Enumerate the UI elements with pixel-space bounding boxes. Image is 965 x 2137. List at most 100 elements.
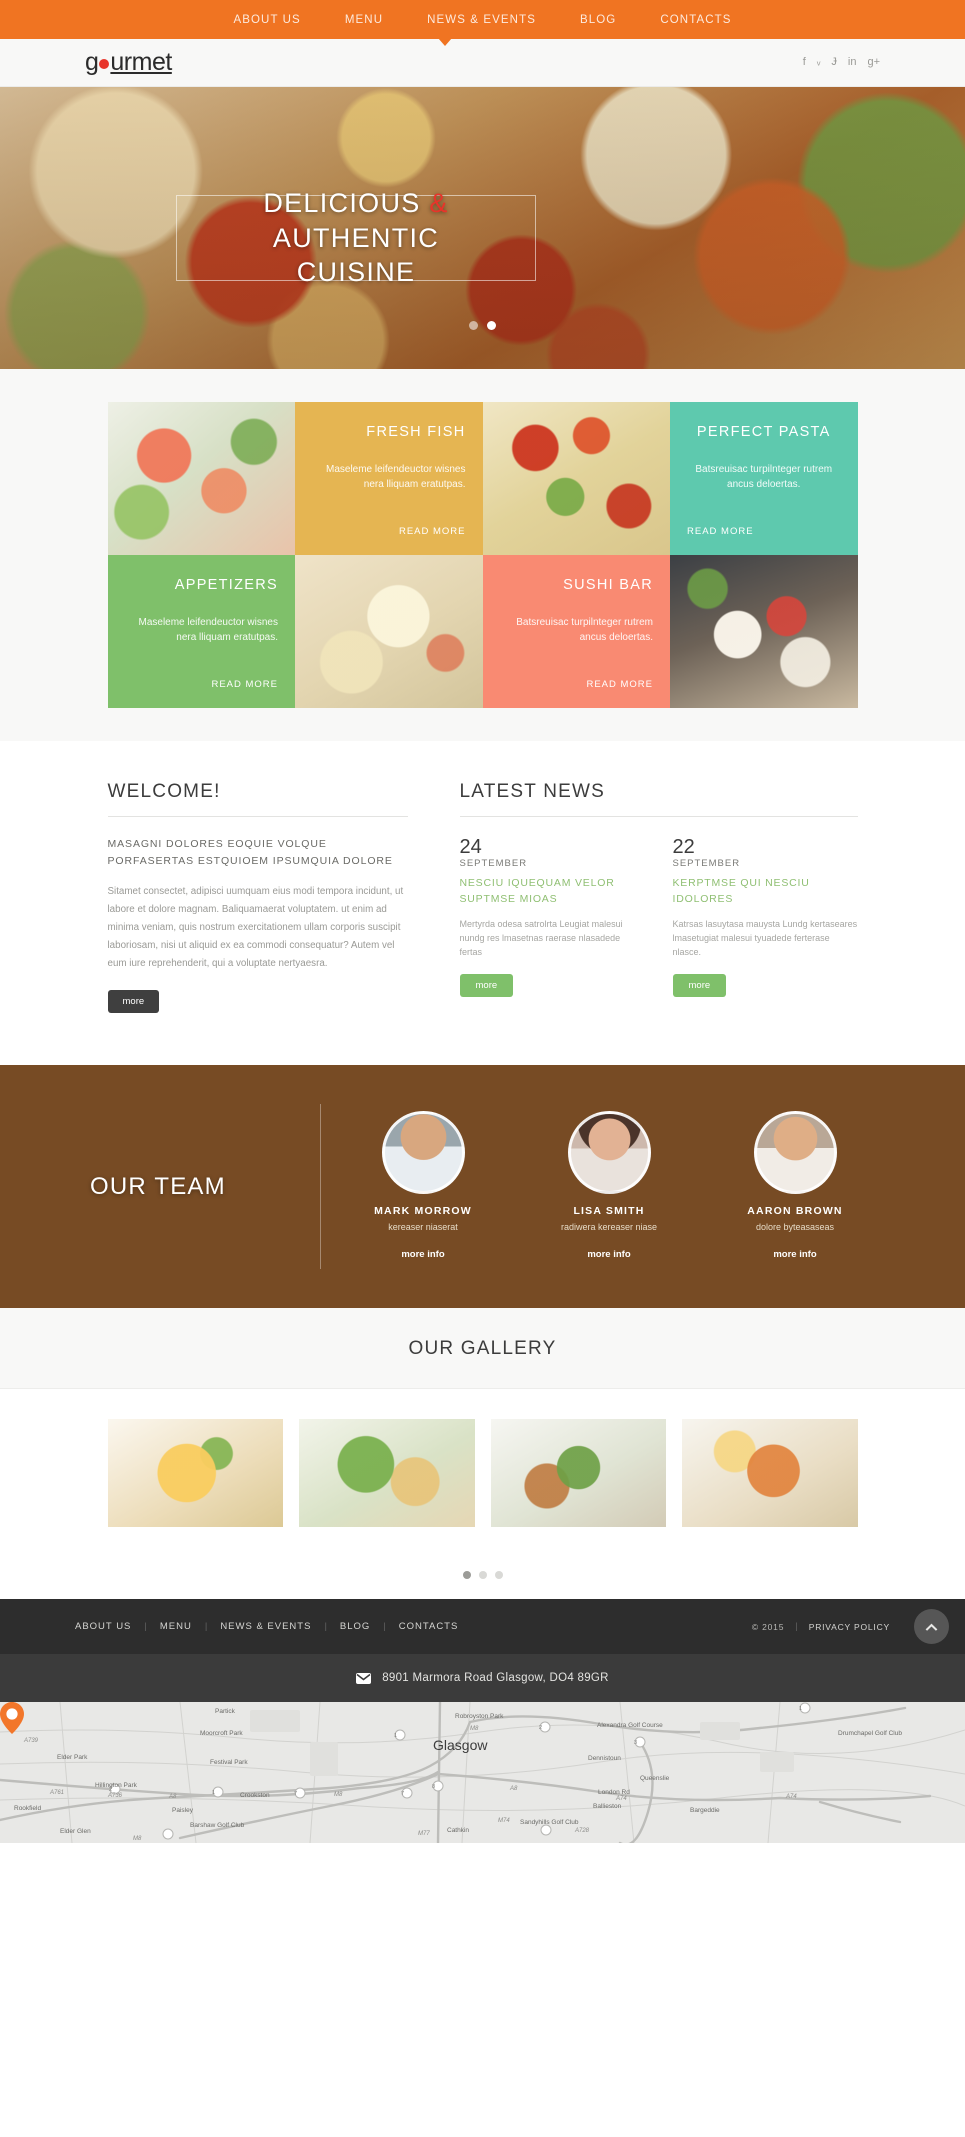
team-member-name: AARON BROWN <box>747 1205 843 1218</box>
nav-active-caret-icon <box>438 38 452 46</box>
footer-separator: | <box>204 1621 208 1633</box>
tile-appetizers[interactable]: APPETIZERS Maseleme leifendeuctor wisnes … <box>107 555 295 708</box>
tile-fresh-fish[interactable]: FRESH FISH Maseleme leifendeuctor wisnes … <box>295 402 483 555</box>
svg-text:2: 2 <box>539 1725 542 1731</box>
privacy-policy-link[interactable]: PRIVACY POLICY <box>809 1622 890 1632</box>
svg-text:8: 8 <box>432 1784 435 1790</box>
tile-read-more-link[interactable]: READ MORE <box>500 679 654 690</box>
team-section: OUR TEAM MARK MORROW kereaser niaserat mor… <box>0 1065 965 1309</box>
tile-sushi-bar[interactable]: SUSHI BAR Batsreuisac turpilnteger rutrem… <box>482 555 670 708</box>
map-label: Elder Glen <box>60 1828 91 1835</box>
nav-item-menu[interactable]: MENU <box>345 14 383 26</box>
map-label: Drumchapel Golf Club <box>838 1730 902 1737</box>
avatar <box>567 1111 651 1195</box>
nav-item-news-events[interactable]: NEWS & EVENTS <box>427 14 536 26</box>
logo[interactable]: g urmet <box>85 48 172 77</box>
map-label: Rookfield <box>14 1805 41 1812</box>
svg-text:M74: M74 <box>498 1818 510 1824</box>
map-label: Paisley <box>172 1807 194 1814</box>
footer-nav-news-events[interactable]: NEWS & EVENTS <box>220 1621 311 1632</box>
nav-item-about-us[interactable]: ABOUT US <box>233 14 300 26</box>
hero-title-line1-b: AUTHENTIC <box>272 222 440 253</box>
tile-description: Maseleme leifendeuctor wisnes nera lliqu… <box>138 617 278 643</box>
news-month: SEPTEMBER <box>672 858 741 869</box>
map-label: Robroyston Park <box>455 1713 504 1720</box>
logo-dot-icon <box>99 59 110 69</box>
avatar <box>381 1111 465 1195</box>
news-more-button[interactable]: more <box>672 973 727 997</box>
address-bar: 8901 Marmora Road Glasgow, DO4 89GR <box>0 1654 965 1703</box>
team-member: AARON BROWN dolore byteasaseas more info <box>725 1111 865 1262</box>
svg-text:A736: A736 <box>107 1793 123 1799</box>
gallery-dot-1[interactable] <box>462 1571 471 1580</box>
news-headline-link[interactable]: KERPTMSE QUI NESCIU IDOLORES <box>673 876 858 908</box>
gallery-item-1[interactable] <box>107 1419 283 1528</box>
team-title: OUR TEAM <box>90 1172 226 1200</box>
gallery-dot-3[interactable] <box>494 1571 503 1580</box>
tile-description: Maseleme leifendeuctor wisnes nera lliqu… <box>325 464 466 490</box>
footer-separator: | <box>383 1621 386 1633</box>
svg-text:A8: A8 <box>168 1794 177 1800</box>
hero-caption: DELICIOUS & AUTHENTIC CUISINE <box>176 188 536 287</box>
rss-icon[interactable]: Ɉ <box>831 57 837 68</box>
map-label: Elder Park <box>57 1754 88 1761</box>
map-label: Cathkin <box>447 1827 469 1834</box>
nav-item-contacts[interactable]: CONTACTS <box>660 14 731 26</box>
gallery-item-2[interactable] <box>299 1419 475 1528</box>
team-member-more-link[interactable]: more info <box>401 1249 444 1260</box>
gallery-dot-2[interactable] <box>478 1571 487 1580</box>
footer-nav-blog[interactable]: BLOG <box>340 1621 370 1632</box>
svg-text:1: 1 <box>799 1706 802 1712</box>
hero-title-line2: CUISINE <box>296 257 416 288</box>
footer-nav-contacts[interactable]: CONTACTS <box>399 1621 459 1632</box>
nav-item-blog[interactable]: BLOG <box>580 14 616 26</box>
logo-text-after: urmet <box>110 48 172 76</box>
welcome-title: WELCOME! <box>107 781 408 817</box>
scroll-to-top-button[interactable] <box>914 1609 949 1645</box>
team-member-name: MARK MORROW <box>374 1205 472 1218</box>
footer-separator: | <box>324 1621 327 1633</box>
footer-nav-menu[interactable]: MENU <box>160 1621 192 1632</box>
svg-text:A8: A8 <box>509 1786 518 1792</box>
tile-perfect-pasta[interactable]: PERFECT PASTA Batsreuisac turpilnteger ru… <box>670 402 858 555</box>
hero-slide-dot-1[interactable] <box>469 321 478 330</box>
tile-photo-sushi <box>670 555 858 708</box>
svg-text:M8: M8 <box>334 1792 343 1798</box>
linkedin-icon[interactable]: in <box>848 57 857 68</box>
team-member-role: kereaser niaserat <box>388 1222 458 1233</box>
svg-text:3: 3 <box>634 1740 637 1746</box>
twitter-icon[interactable]: ᵥ <box>817 57 821 68</box>
hero-title-ampersand: & <box>429 188 449 219</box>
map-pin-icon[interactable] <box>0 1702 24 1735</box>
tile-read-more-link[interactable]: READ MORE <box>125 679 279 690</box>
welcome-lead: MASAGNI DOLORES EOQUIE VOLQUE PORFASERTA… <box>107 838 393 868</box>
team-members: MARK MORROW kereaser niaserat more info LIS… <box>353 1111 865 1262</box>
tile-photo-pasta <box>482 402 670 555</box>
gallery-title: OUR GALLERY <box>0 1308 965 1390</box>
tile-description: Batsreuisac turpilnteger rutrem ancus de… <box>695 464 833 490</box>
news-more-button[interactable]: more <box>459 973 514 997</box>
tile-description: Batsreuisac turpilnteger rutrem ancus de… <box>516 617 653 643</box>
footer-nav-about-us[interactable]: ABOUT US <box>75 1621 131 1632</box>
tile-title: FRESH FISH <box>366 424 466 440</box>
svg-text:7: 7 <box>401 1791 404 1797</box>
team-member-more-link[interactable]: more info <box>587 1249 630 1260</box>
svg-text:1: 1 <box>212 1790 215 1796</box>
team-member-name: LISA SMITH <box>573 1205 645 1218</box>
tile-read-more-link[interactable]: READ MORE <box>687 526 841 537</box>
googleplus-icon[interactable]: g+ <box>867 57 880 68</box>
welcome-more-button[interactable]: more <box>107 990 160 1014</box>
location-map[interactable]: 123 187 712 A739 A761 A736 A8 M8 A8 M8 A74 A74… <box>0 1702 965 1844</box>
svg-text:A739: A739 <box>23 1738 39 1744</box>
hero-slider[interactable]: DELICIOUS & AUTHENTIC CUISINE <box>0 87 965 369</box>
site-footer: ABOUT US | MENU | NEWS & EVENTS | BLOG | CONTACT… <box>0 1599 965 1655</box>
gallery-item-4[interactable] <box>682 1419 858 1528</box>
gallery-item-3[interactable] <box>490 1419 666 1528</box>
hero-title: DELICIOUS & AUTHENTIC CUISINE <box>177 186 535 290</box>
hero-slide-dot-2[interactable] <box>487 321 496 330</box>
tile-title: PERFECT PASTA <box>696 424 831 440</box>
team-member-more-link[interactable]: more info <box>773 1249 816 1260</box>
tile-read-more-link[interactable]: READ MORE <box>312 526 466 537</box>
news-headline-link[interactable]: NESCIU IQUEQUAM VELOR SUPTMSE MIOAS <box>460 876 645 908</box>
facebook-icon[interactable]: f <box>803 57 806 68</box>
